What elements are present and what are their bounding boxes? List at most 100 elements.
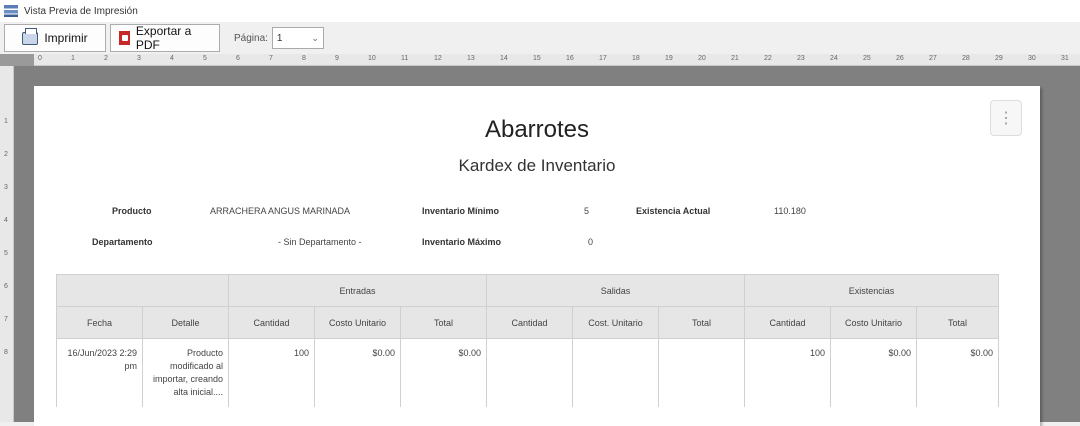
max-inventory-value: 0 (588, 237, 594, 247)
page-select-value: 1 (276, 32, 283, 44)
min-inventory-label: Inventario Mínimo (422, 206, 500, 216)
ruler-tick: 4 (170, 55, 174, 62)
ruler-corner (0, 54, 34, 66)
ruler-tick: 11 (401, 55, 409, 62)
ruler-tick: 31 (1061, 55, 1069, 62)
department-value: - Sin Departamento - (278, 237, 362, 247)
ruler-tick: 15 (533, 55, 541, 62)
ruler-tick: 25 (863, 55, 871, 62)
report-page: ⋮ Abarrotes Kardex de Inventario Product… (34, 86, 1040, 426)
column-header: Total (916, 306, 1000, 339)
table-cell (572, 338, 659, 407)
report-subtitle: Kardex de Inventario (458, 156, 616, 175)
ruler-tick: 21 (731, 55, 739, 62)
pdf-icon (119, 31, 130, 45)
table-cell: $0.00 (830, 338, 918, 407)
table-row: 16/Jun/2023 2:29 pm Producto modificado … (56, 338, 1000, 407)
window-title: Vista Previa de Impresión (24, 5, 138, 17)
table-cell: 16/Jun/2023 2:29 pm (56, 338, 143, 407)
column-header: Total (400, 306, 487, 339)
ruler-tick: 19 (665, 55, 673, 62)
horizontal-ruler: 0 1 2 3 4 5 6 7 8 9 10 11 12 13 14 15 16 17 18 19 20 21 22 23 24… (0, 54, 1080, 66)
group-header-empty (56, 274, 229, 307)
ruler-tick: 12 (434, 55, 442, 62)
ruler-tick: 0 (38, 55, 42, 62)
preview-canvas[interactable]: ⋮ Abarrotes Kardex de Inventario Product… (14, 66, 1080, 426)
ruler-tick: 30 (1028, 55, 1036, 62)
ruler-tick: 8 (4, 349, 8, 356)
ruler-tick: 20 (698, 55, 706, 62)
ruler-tick: 17 (599, 55, 607, 62)
column-header: Total (657, 306, 746, 339)
report-title: Abarrotes (484, 116, 590, 143)
ruler-tick: 3 (4, 184, 8, 191)
ruler-tick: 28 (962, 55, 970, 62)
title-bar: Vista Previa de Impresión (0, 0, 1080, 22)
ruler-tick: 10 (368, 55, 376, 62)
ruler-tick: 18 (632, 55, 640, 62)
ruler-tick: 5 (4, 250, 8, 257)
ruler-tick: 9 (335, 55, 339, 62)
app-icon (4, 5, 18, 17)
group-header-row: Entradas Salidas Existencias (56, 274, 1000, 307)
current-stock-label: Existencia Actual (636, 206, 711, 216)
column-header: Costo Unitario (830, 306, 918, 339)
print-button[interactable]: Imprimir (4, 24, 106, 52)
export-pdf-label: Exportar a PDF (135, 24, 192, 52)
ruler-tick: 2 (4, 151, 8, 158)
ruler-tick: 16 (566, 55, 574, 62)
ruler-tick: 13 (467, 55, 475, 62)
column-header: Cost. Unitario (572, 306, 659, 339)
table-cell: 100 (228, 338, 315, 407)
table-cell: Producto modificado al importar, creando… (142, 338, 229, 407)
ruler-tick: 1 (71, 55, 75, 62)
min-inventory-value: 5 (584, 206, 590, 216)
ruler-tick: 7 (269, 55, 273, 62)
ruler-tick: 22 (764, 55, 772, 62)
table-cell: 100 (744, 338, 832, 407)
kardex-table: Entradas Salidas Existencias Fecha Detal… (56, 274, 1000, 407)
ruler-tick: 23 (797, 55, 805, 62)
column-header: Costo Unitario (314, 306, 401, 339)
ruler-tick: 8 (302, 55, 306, 62)
printer-icon (22, 27, 39, 45)
ruler-tick: 27 (929, 55, 937, 62)
ruler-tick: 2 (104, 55, 108, 62)
column-header: Cantidad (228, 306, 315, 339)
group-header-salidas: Salidas (485, 274, 746, 307)
export-pdf-button[interactable]: Exportar a PDF (110, 24, 220, 52)
current-stock-value: 110.180 (774, 206, 806, 216)
table-cell (486, 338, 573, 407)
ruler-tick: 24 (830, 55, 838, 62)
ruler-tick: 29 (995, 55, 1003, 62)
toolbar: Imprimir Exportar a PDF Página: 1 ⌄ (0, 22, 1080, 54)
ruler-tick: 7 (4, 316, 8, 323)
ruler-tick: 6 (236, 55, 240, 62)
column-header: Cantidad (744, 306, 832, 339)
ruler-tick: 6 (4, 283, 8, 290)
chevron-down-icon: ⌄ (311, 32, 319, 43)
ruler-tick: 5 (203, 55, 207, 62)
product-value: ARRACHERA ANGUS MARINADA (210, 206, 351, 216)
table-cell: $0.00 (314, 338, 401, 407)
column-header: Fecha (56, 306, 143, 339)
ruler-tick: 3 (137, 55, 141, 62)
page-label: Página: (234, 32, 268, 44)
table-cell (657, 338, 746, 407)
column-header: Cantidad (486, 306, 573, 339)
group-header-entradas: Entradas (228, 274, 487, 307)
print-button-label: Imprimir (44, 31, 88, 45)
product-label: Producto (112, 206, 152, 216)
table-cell: $0.00 (400, 338, 487, 407)
table-cell: $0.00 (916, 338, 1000, 407)
group-header-existencias: Existencias (744, 274, 1000, 307)
ruler-tick: 14 (500, 55, 508, 62)
ruler-tick: 4 (4, 217, 8, 224)
department-label: Departamento (92, 237, 153, 247)
max-inventory-label: Inventario Máximo (422, 237, 502, 247)
vertical-ruler: 1 2 3 4 5 6 7 8 (0, 66, 14, 422)
page-select[interactable]: 1 ⌄ (271, 27, 324, 49)
ruler-tick: 1 (4, 118, 8, 125)
ruler-tick: 26 (896, 55, 904, 62)
column-header-row: Fecha Detalle Cantidad Costo Unitario To… (56, 306, 1000, 339)
